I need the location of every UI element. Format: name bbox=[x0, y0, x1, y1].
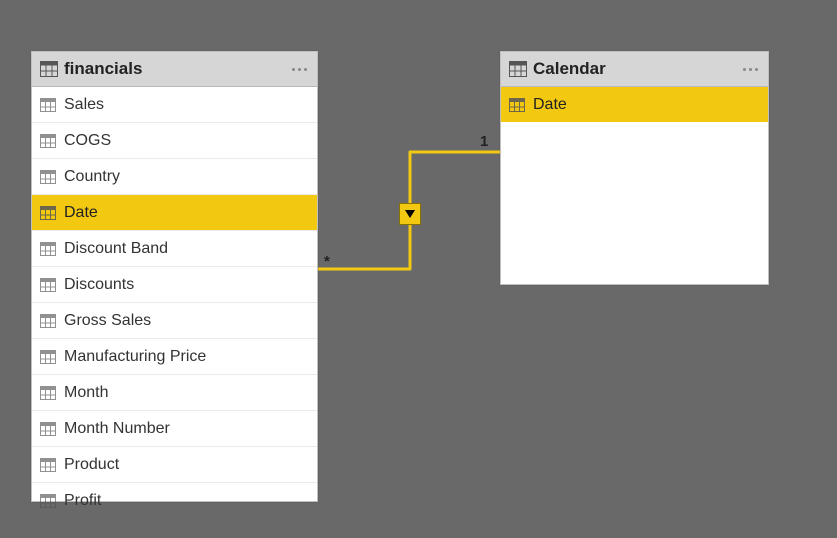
field-label: Date bbox=[533, 96, 567, 114]
field-row[interactable]: Discounts bbox=[32, 267, 317, 303]
field-row[interactable]: Date bbox=[501, 87, 768, 122]
column-icon bbox=[40, 242, 56, 256]
column-icon bbox=[40, 386, 56, 400]
table-title: Calendar bbox=[533, 59, 606, 79]
column-icon bbox=[40, 422, 56, 436]
field-row[interactable]: Month Number bbox=[32, 411, 317, 447]
field-label: Discounts bbox=[64, 276, 134, 294]
field-label: Country bbox=[64, 168, 120, 186]
table-icon bbox=[509, 61, 527, 77]
field-label: COGS bbox=[64, 132, 111, 150]
column-icon bbox=[40, 458, 56, 472]
field-label: Date bbox=[64, 204, 98, 222]
column-icon bbox=[509, 98, 525, 112]
field-row[interactable]: Discount Band bbox=[32, 231, 317, 267]
column-icon bbox=[40, 170, 56, 184]
field-row[interactable]: Date bbox=[32, 195, 317, 231]
column-icon bbox=[40, 98, 56, 112]
field-label: Discount Band bbox=[64, 240, 168, 258]
field-row[interactable]: Product bbox=[32, 447, 317, 483]
table-body-calendar[interactable]: Date bbox=[501, 87, 768, 122]
column-icon bbox=[40, 494, 56, 508]
field-label: Sales bbox=[64, 96, 104, 114]
table-menu-button[interactable] bbox=[743, 52, 758, 86]
table-body-financials[interactable]: Sales COGS Country Date Discount Band Discoun… bbox=[32, 87, 317, 518]
field-row[interactable]: Sales bbox=[32, 87, 317, 123]
cardinality-many: * bbox=[324, 253, 330, 270]
column-icon bbox=[40, 206, 56, 220]
column-icon bbox=[40, 278, 56, 292]
field-row[interactable]: COGS bbox=[32, 123, 317, 159]
table-calendar[interactable]: Calendar Date bbox=[500, 51, 769, 285]
table-menu-button[interactable] bbox=[292, 52, 307, 86]
field-row[interactable]: Manufacturing Price bbox=[32, 339, 317, 375]
field-row[interactable]: Month bbox=[32, 375, 317, 411]
table-icon bbox=[40, 61, 58, 77]
table-title: financials bbox=[64, 59, 142, 79]
table-header-calendar[interactable]: Calendar bbox=[501, 52, 768, 87]
field-row[interactable]: Gross Sales bbox=[32, 303, 317, 339]
field-label: Month Number bbox=[64, 420, 170, 438]
field-label: Gross Sales bbox=[64, 312, 151, 330]
table-financials[interactable]: financials Sales COGS Country Date Discount … bbox=[31, 51, 318, 502]
field-row[interactable]: Profit bbox=[32, 483, 317, 518]
table-header-financials[interactable]: financials bbox=[32, 52, 317, 87]
filter-direction-down-icon bbox=[405, 210, 415, 218]
field-row[interactable]: Country bbox=[32, 159, 317, 195]
cardinality-one: 1 bbox=[480, 133, 488, 150]
relationship-direction-box[interactable] bbox=[399, 203, 421, 225]
field-label: Manufacturing Price bbox=[64, 348, 206, 366]
field-label: Profit bbox=[64, 492, 101, 510]
column-icon bbox=[40, 314, 56, 328]
column-icon bbox=[40, 134, 56, 148]
field-label: Month bbox=[64, 384, 108, 402]
field-label: Product bbox=[64, 456, 119, 474]
column-icon bbox=[40, 350, 56, 364]
